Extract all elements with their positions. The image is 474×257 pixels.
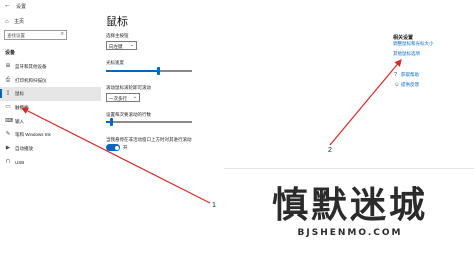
content-divider <box>224 168 474 169</box>
home-icon: ⌂ <box>5 19 9 25</box>
sidebar-item[interactable]: ▯ 鼠标 <box>0 87 101 102</box>
sidebar-item[interactable]: ▭ 触摸板 <box>0 101 101 115</box>
page-title: 鼠标 <box>106 16 128 28</box>
sidebar-nav-list: ⊞ 蓝牙和其他设备 ⎙ 打印机和扫描仪 ▯ 鼠标 ▭ 触摸板 ⌨ 输入 ✎ 笔和 Windows In… <box>0 60 101 170</box>
watermark: 慎默迷城 BJSHENMO.COM <box>234 186 466 246</box>
related-settings-title: 相关设置 <box>393 35 414 41</box>
touchpad-icon: ▭ <box>5 104 11 111</box>
wheel-scroll-label: 滚动鼠标滚轮即可滚动 <box>106 85 151 90</box>
sidebar-item[interactable]: ⊓ USB <box>0 156 101 170</box>
primary-button-value: 向左键 <box>109 43 123 49</box>
help-row-feedback[interactable]: ☺提供反馈 <box>394 82 419 88</box>
link-additional-mouse-options[interactable]: 其他鼠标选项 <box>393 51 420 57</box>
search-box[interactable]: ⌕ <box>4 30 67 40</box>
sidebar-item-label: 打印机和扫描仪 <box>15 77 47 83</box>
autoplay-icon: ▶ <box>5 145 11 152</box>
watermark-chinese: 慎默迷城 <box>271 185 428 226</box>
inactive-scroll-state: 开 <box>123 145 128 150</box>
toggle-knob <box>114 145 119 150</box>
chevron-down-icon: ⌄ <box>129 42 134 48</box>
search-icon[interactable]: ⌕ <box>61 31 64 38</box>
get-help-label: 获取帮助 <box>401 72 419 77</box>
slider-thumb[interactable] <box>157 67 160 75</box>
slider-fill <box>106 70 157 72</box>
wheel-scroll-value: 一次多行 <box>109 95 127 101</box>
feedback-icon: ☺ <box>394 82 400 88</box>
sidebar-item[interactable]: ⌨ 输入 <box>0 115 101 129</box>
usb-icon: ⊓ <box>5 158 11 165</box>
search-input[interactable] <box>7 32 55 39</box>
wheel-scroll-dropdown[interactable]: 一次多行 ⌄ <box>106 93 140 102</box>
annotation-marker-2: 2 <box>328 147 332 154</box>
back-arrow-icon[interactable]: ← <box>4 2 11 9</box>
inactive-scroll-label: 当我悬停在非活动窗口上方时对其进行滚动 <box>106 137 192 142</box>
annotation-marker-1: 1 <box>212 202 216 209</box>
nav-home-label: 主页 <box>14 19 25 25</box>
sidebar-item-label: 笔和 Windows Ink <box>15 132 51 138</box>
help-icon: ? <box>394 72 398 78</box>
pen-icon: ✎ <box>5 131 11 138</box>
watermark-url: BJSHENMO.COM <box>297 228 403 238</box>
bluetooth-icon: ⊞ <box>5 63 11 69</box>
window-title: 设置 <box>16 4 27 10</box>
mouse-icon: ▯ <box>6 90 10 97</box>
help-row-get-help[interactable]: ? 获取帮助 <box>394 72 419 78</box>
sidebar: ⌂主页 ⌕ 设备 ⊞蓝牙和其他设备⎙打印机和扫描仪▯鼠标▭触摸板⌨输入✎笔和 W… <box>0 14 101 257</box>
slider-thumb[interactable] <box>110 118 113 126</box>
sidebar-item-label: 输入 <box>15 118 24 124</box>
sidebar-item-label: 蓝牙和其他设备 <box>15 64 47 69</box>
cursor-speed-label: 光标速度 <box>106 60 124 65</box>
sidebar-item[interactable]: ⊞ 蓝牙和其他设备 <box>0 60 101 74</box>
link-mouse-cursor-size[interactable]: 调整鼠标和光标大小 <box>393 41 434 47</box>
feedback-label: 提供反馈 <box>401 82 419 87</box>
sidebar-item-label: 触摸板 <box>15 105 29 111</box>
sidebar-item[interactable]: ⎙ 打印机和扫描仪 <box>0 74 101 88</box>
sidebar-item-label: 鼠标 <box>15 91 24 97</box>
primary-button-label: 选择主按钮 <box>106 33 129 38</box>
cursor-speed-slider[interactable] <box>106 67 192 75</box>
chevron-down-icon: ⌄ <box>132 94 137 100</box>
primary-button-dropdown[interactable]: 向左键 ⌄ <box>106 41 137 50</box>
sidebar-section-title: 设备 <box>5 50 16 56</box>
nav-home[interactable]: ⌂ 主页 <box>5 18 24 25</box>
printer-icon: ⎙ <box>5 76 11 83</box>
slider-track <box>106 121 192 123</box>
inactive-scroll-toggle[interactable] <box>106 144 120 151</box>
keyboard-icon: ⌨ <box>5 117 13 124</box>
sidebar-item[interactable]: ▶ 自动播放 <box>0 142 101 156</box>
sidebar-item-label: USB <box>15 159 25 165</box>
lines-to-scroll-slider[interactable] <box>106 118 192 126</box>
sidebar-item-label: 自动播放 <box>15 146 33 152</box>
sidebar-item[interactable]: ✎ 笔和 Windows Ink <box>0 128 101 142</box>
